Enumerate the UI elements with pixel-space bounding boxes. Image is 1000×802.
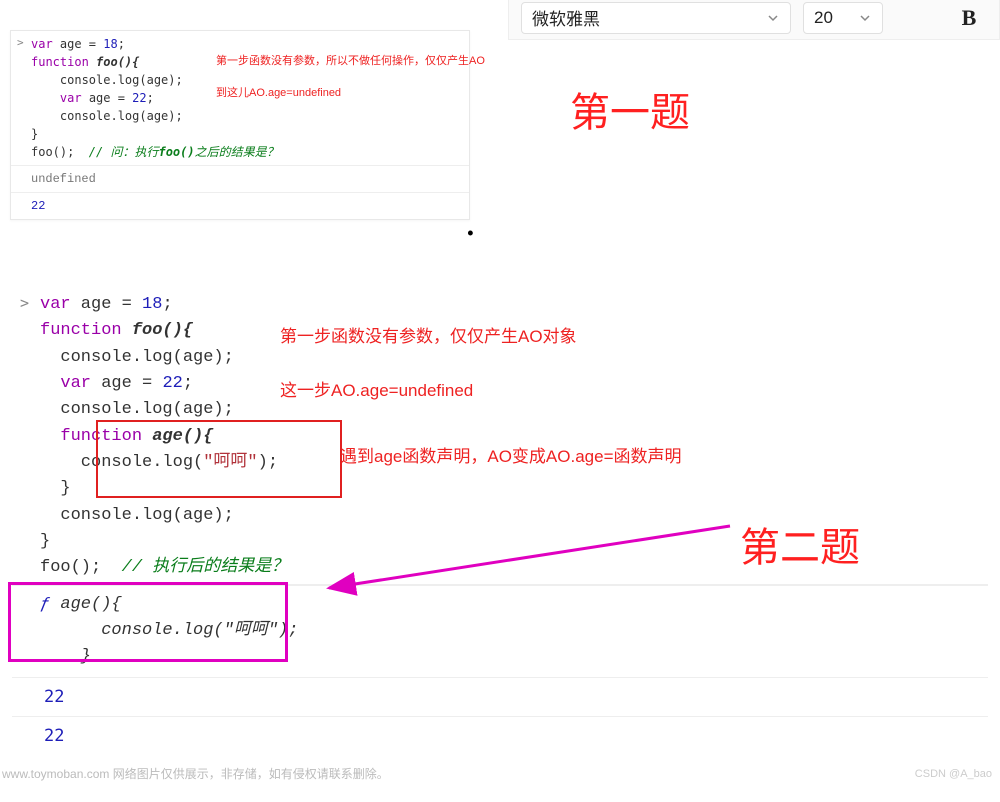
footer-disclaimer: www.toymoban.com 网络图片仅供展示，非存储，如有侵权请联系删除。 bbox=[2, 765, 389, 782]
output-undefined: undefined bbox=[31, 170, 463, 188]
font-size-value: 20 bbox=[814, 8, 833, 28]
annotation-1: 第一步函数没有参数，所以不做任何操作，仅仅产生AO bbox=[216, 53, 485, 70]
output-22-a: 22 bbox=[12, 677, 988, 716]
annotation-b2-3: 遇到age函数声明，AO变成AO.age=函数声明 bbox=[340, 444, 682, 470]
output-function: ƒ age(){ console.log("呵呵"); } bbox=[12, 585, 988, 677]
heading-q1: 第一题 bbox=[570, 80, 690, 138]
annotation-b2-1: 第一步函数没有参数，仅仅产生AO对象 bbox=[280, 324, 577, 350]
heading-q2: 第二题 bbox=[740, 515, 860, 573]
code-body-1: var age = 18; function foo(){ console.lo… bbox=[31, 35, 463, 161]
bullet-dot: • bbox=[465, 225, 476, 245]
annotation-b2-2: 这一步AO.age=undefined bbox=[280, 378, 473, 404]
output-22: 22 bbox=[31, 197, 463, 215]
bold-label: B bbox=[962, 5, 977, 31]
bold-button[interactable]: B bbox=[951, 2, 987, 34]
prompt-icon: > bbox=[17, 35, 31, 52]
font-family-select[interactable]: 微软雅黑 bbox=[521, 2, 791, 34]
chevron-down-icon bbox=[858, 11, 872, 25]
chevron-down-icon bbox=[766, 11, 780, 25]
font-family-value: 微软雅黑 bbox=[532, 5, 600, 30]
watermark: CSDN @A_bao bbox=[915, 768, 992, 780]
font-size-select[interactable]: 20 bbox=[803, 2, 883, 34]
code-block-1: > var age = 18; function foo(){ console.… bbox=[10, 30, 470, 220]
prompt-icon: > bbox=[20, 292, 40, 315]
editor-toolbar: 微软雅黑 20 B bbox=[508, 0, 1000, 40]
annotation-2: 到这儿AO.age=undefined bbox=[216, 85, 341, 102]
output-22-b: 22 bbox=[12, 716, 988, 755]
